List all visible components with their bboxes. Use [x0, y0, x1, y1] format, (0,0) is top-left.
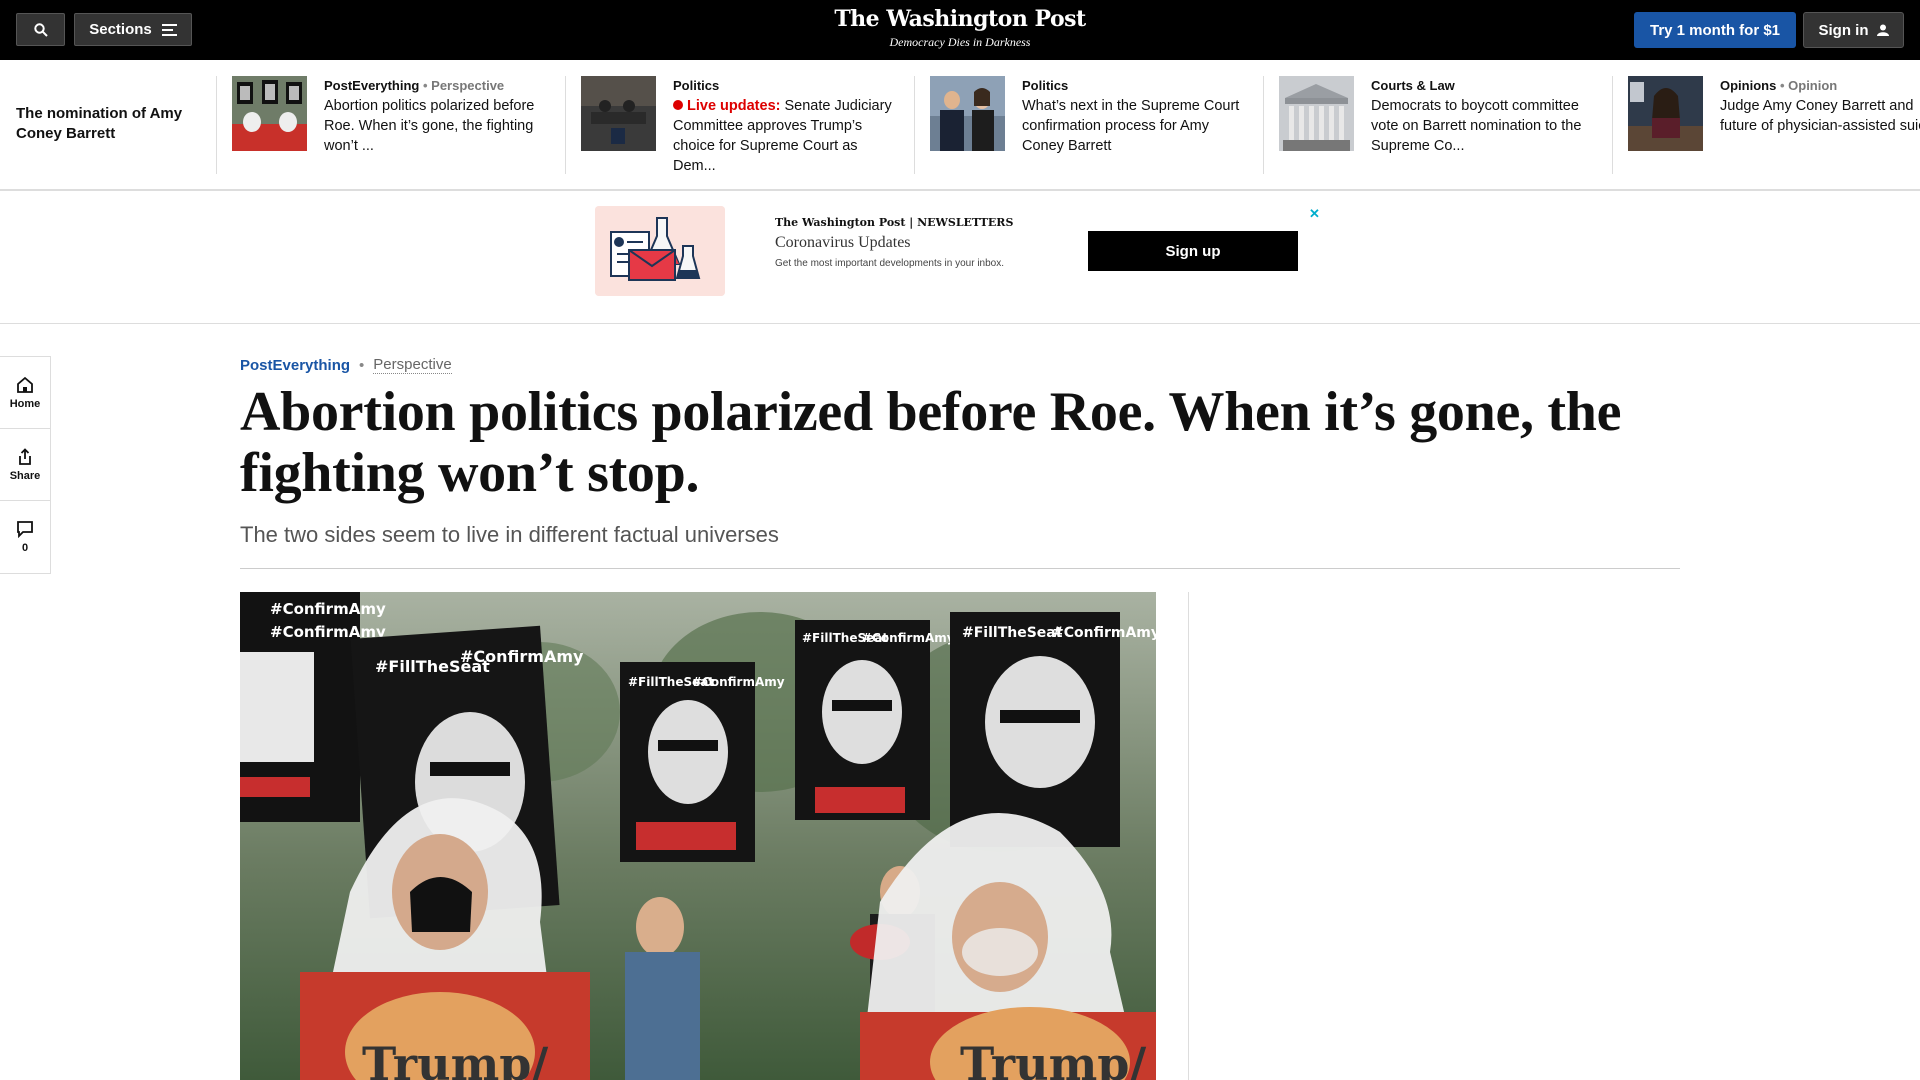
share-icon [19, 447, 31, 465]
share-button[interactable]: Share [0, 429, 50, 501]
comment-count: 0 [21, 542, 29, 554]
sign-text: #ConfirmAmy [1052, 625, 1156, 641]
strip-divider [216, 76, 217, 174]
home-label: Home [9, 397, 41, 410]
strip-divider [914, 76, 915, 174]
strip-story-4[interactable]: Courts & Law Democrats to boycott commit… [1279, 76, 1609, 174]
article-kicker: PostEverything • Perspective [240, 356, 452, 374]
sections-label: Sections [89, 21, 152, 38]
newsletter-ad[interactable]: The Washington Post | NEWSLETTERS Corona… [595, 206, 1323, 296]
ad-brand: The Washington Post | NEWSLETTERS [775, 216, 1014, 229]
article-headline: Abortion politics polarized before Roe. … [240, 381, 1622, 504]
live-indicator-icon [673, 100, 683, 110]
ad-title: Coronavirus Updates [775, 234, 911, 251]
strip-divider [1263, 76, 1264, 174]
story-kicker[interactable]: Politics [673, 76, 903, 96]
story-thumbnail [1279, 76, 1354, 151]
search-icon [33, 22, 48, 37]
perspective-label[interactable]: Perspective [373, 356, 452, 374]
strip-story-3[interactable]: Politics What’s next in the Supreme Cour… [930, 76, 1260, 174]
story-kicker[interactable]: Courts & Law [1371, 76, 1601, 96]
strip-divider [565, 76, 566, 174]
sign-text: #ConfirmAmy [270, 600, 386, 618]
newsletter-illustration [595, 206, 725, 296]
story-thumbnail [581, 76, 656, 151]
sign-in-button[interactable]: Sign in [1803, 12, 1904, 48]
sign-text: #FillTheSeat [962, 625, 1063, 641]
section-link[interactable]: PostEverything [240, 357, 350, 374]
sign-text: #ConfirmAmy [692, 675, 785, 689]
home-button[interactable]: Home [0, 357, 50, 429]
story-tag: Perspective [431, 78, 505, 93]
sections-menu-button[interactable]: Sections [74, 13, 192, 46]
user-icon [1876, 24, 1889, 36]
top-navigation-bar: Sections The Washington Post Democracy D… [0, 0, 1920, 60]
story-headline[interactable]: Abortion politics polarized before Roe. … [324, 96, 554, 156]
logo-text: The Washington Post [834, 6, 1086, 32]
apron-text: Trump/ [362, 1037, 548, 1080]
tagline: Democracy Dies in Darkness [889, 35, 1031, 49]
lead-photo[interactable]: #ConfirmAmy #ConfirmAmy #FillTheSeat #Co… [240, 592, 1156, 1080]
story-headline[interactable]: Judge Amy Coney Barrett and future of ph… [1720, 96, 1920, 136]
article-subheadline: The two sides seem to live in different … [240, 522, 779, 547]
story-headline[interactable]: What’s next in the Supreme Court confirm… [1022, 96, 1252, 156]
story-kicker[interactable]: PostEverything [324, 78, 419, 93]
ad-description: Get the most important developments in y… [775, 258, 1005, 269]
protest-photo-illustration: #ConfirmAmy #ConfirmAmy #FillTheSeat #Co… [240, 592, 1156, 1080]
article-action-rail: Home Share 0 [0, 356, 51, 574]
topic-label: The nomination of Amy Coney Barrett [16, 105, 183, 142]
apron-text: Trump/ [960, 1037, 1146, 1080]
kicker-separator: • [359, 356, 365, 374]
story-thumbnail [232, 76, 307, 151]
search-button[interactable] [16, 13, 65, 46]
story-thumbnail [930, 76, 1005, 151]
strip-divider [1612, 76, 1613, 174]
comment-icon [17, 521, 33, 538]
home-icon [17, 376, 33, 393]
ad-close-icon[interactable]: ✕ [1309, 206, 1320, 222]
story-headline[interactable]: Live updates: Senate Judiciary Committee… [673, 96, 903, 176]
masthead-logo[interactable]: The Washington Post Democracy Dies in Da… [760, 6, 1160, 50]
comments-button[interactable]: 0 [0, 501, 50, 573]
story-headline[interactable]: Democrats to boycott committee vote on B… [1371, 96, 1601, 156]
share-label: Share [9, 469, 41, 482]
sign-in-label: Sign in [1818, 21, 1869, 39]
newsletter-signup-button[interactable]: Sign up [1088, 231, 1298, 271]
sign-text: #ConfirmAmy [460, 647, 584, 666]
story-tag: Opinion [1788, 78, 1838, 93]
strip-story-2[interactable]: Politics Live updates: Senate Judiciary … [581, 76, 911, 174]
live-label: Live updates: [687, 98, 781, 114]
hamburger-icon [161, 23, 177, 36]
subscribe-trial-button[interactable]: Try 1 month for $1 [1634, 12, 1796, 48]
story-kicker[interactable]: Opinions [1720, 78, 1776, 93]
strip-story-5[interactable]: Opinions • Opinion Judge Amy Coney Barre… [1628, 76, 1920, 174]
sign-text: #ConfirmAmy [862, 631, 955, 645]
story-kicker[interactable]: Politics [1022, 76, 1252, 96]
strip-story-1[interactable]: PostEverything • Perspective Abortion po… [232, 76, 562, 174]
story-thumbnail [1628, 76, 1703, 151]
header-divider [240, 568, 1680, 569]
right-rail-divider [1188, 592, 1189, 1080]
